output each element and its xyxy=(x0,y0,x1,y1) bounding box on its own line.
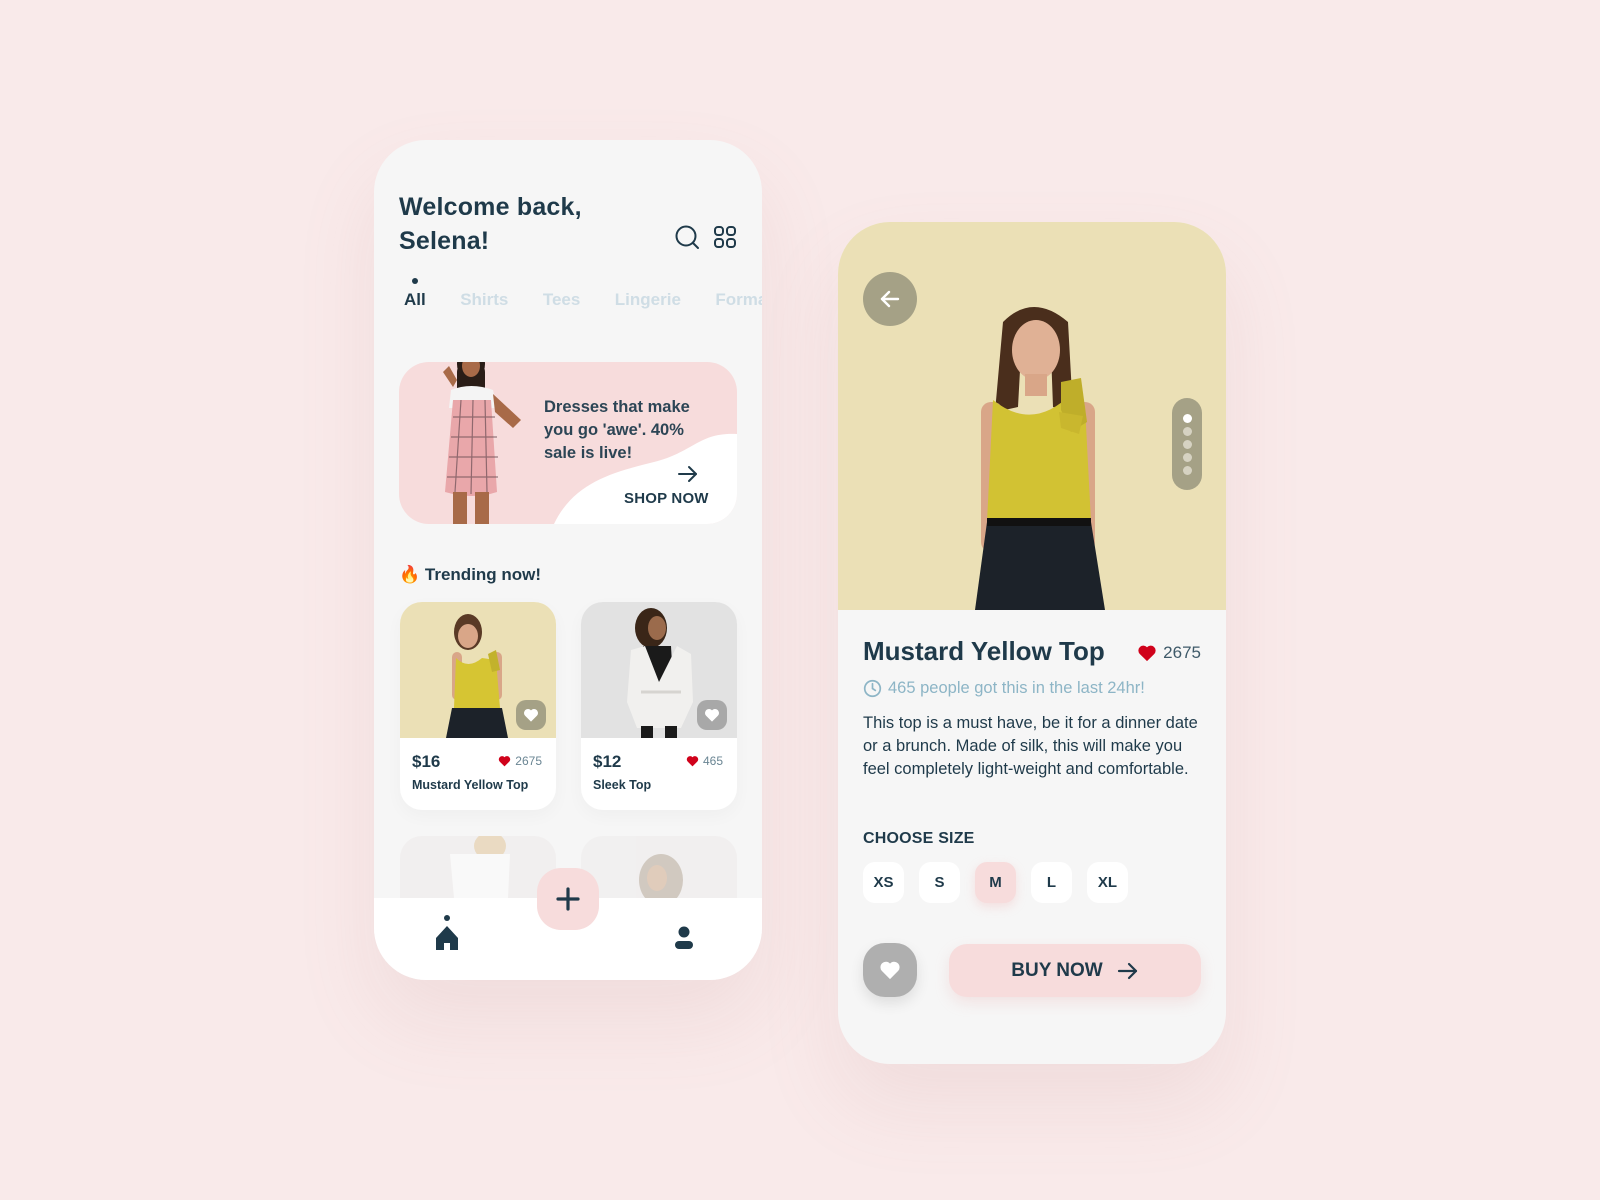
home-icon[interactable] xyxy=(434,914,460,952)
tab-tees[interactable]: Tees xyxy=(543,290,581,310)
size-option-l[interactable]: L xyxy=(1031,862,1072,903)
product-likes: 2675 xyxy=(498,754,542,768)
size-option-xs[interactable]: XS xyxy=(863,862,904,903)
search-icon xyxy=(675,225,699,249)
tab-formal[interactable]: Formal xyxy=(715,290,762,310)
tab-lingerie[interactable]: Lingerie xyxy=(615,290,681,310)
favorite-button[interactable] xyxy=(516,700,546,730)
product-photo-mustard-top-large xyxy=(975,307,1105,610)
pager-dot[interactable] xyxy=(1182,439,1192,449)
product-price: $16 xyxy=(412,752,441,771)
add-button[interactable] xyxy=(537,868,599,930)
favorite-button[interactable] xyxy=(697,700,727,730)
pager-dot[interactable] xyxy=(1182,426,1192,436)
recent-purchases-text: 465 people got this in the last 24hr! xyxy=(888,679,1145,697)
heart-icon xyxy=(880,961,900,980)
trending-title: Trending now! xyxy=(424,565,542,584)
product-name: Mustard Yellow Top xyxy=(412,778,529,792)
grid-icon xyxy=(714,226,736,248)
welcome-heading: Welcome back, Selena! xyxy=(399,190,582,258)
trending-heading: 🔥 Trending now! xyxy=(399,565,541,585)
size-option-m[interactable]: M xyxy=(975,862,1016,903)
pager-dot[interactable] xyxy=(1182,465,1192,475)
arrow-right-icon xyxy=(1117,962,1137,979)
promo-model-image xyxy=(443,362,521,524)
product-hero-image xyxy=(838,222,1226,610)
likes-count: 2675 xyxy=(515,754,542,768)
likes-count: 2675 xyxy=(1163,643,1201,662)
heart-icon xyxy=(704,708,720,722)
greeting-line-1: Welcome back, xyxy=(399,193,582,221)
product-card[interactable]: $16 2675 Mustard Yellow Top xyxy=(400,602,556,810)
pager-dot[interactable] xyxy=(1182,413,1192,423)
favorite-button[interactable] xyxy=(863,943,917,997)
arrow-left-icon xyxy=(880,290,900,308)
home-screen: Welcome back, Selena! All Shirts Tees Li… xyxy=(374,140,762,980)
heart-icon xyxy=(686,756,699,767)
likes-count: 465 xyxy=(702,754,723,768)
product-title: Mustard Yellow Top xyxy=(863,636,1105,666)
size-label: CHOOSE SIZE xyxy=(863,830,975,847)
user-icon[interactable] xyxy=(674,926,694,950)
product-likes: 465 xyxy=(686,754,723,768)
size-selector: XS S M L XL xyxy=(863,862,1128,903)
product-likes: 2675 xyxy=(1137,643,1201,663)
shop-now-button[interactable]: SHOP NOW xyxy=(624,490,709,507)
product-card[interactable]: $12 465 Sleek Top xyxy=(581,602,737,810)
heart-icon xyxy=(1138,645,1156,662)
tab-all[interactable]: All xyxy=(404,278,426,310)
image-pager xyxy=(1172,398,1202,490)
product-price: $12 xyxy=(593,752,622,771)
back-button[interactable] xyxy=(863,272,917,326)
heart-icon xyxy=(499,756,511,767)
promo-text: Dresses that make you go 'awe'. 40% sale… xyxy=(544,398,690,462)
buy-now-button[interactable]: BUY NOW xyxy=(949,944,1201,997)
plus-icon xyxy=(556,887,580,911)
size-option-xl[interactable]: XL xyxy=(1087,862,1128,903)
recent-purchases: 465 people got this in the last 24hr! xyxy=(863,679,1145,698)
category-tabs: All Shirts Tees Lingerie Formal xyxy=(404,278,762,310)
heart-icon xyxy=(523,708,539,722)
tab-shirts[interactable]: Shirts xyxy=(460,290,508,310)
greeting-line-2: Selena! xyxy=(399,227,490,255)
arrow-right-icon[interactable] xyxy=(677,464,699,484)
fire-icon: 🔥 xyxy=(399,565,421,584)
product-detail-screen: Mustard Yellow Top 2675 465 people got t… xyxy=(838,222,1226,1064)
promo-banner[interactable]: Dresses that make you go 'awe'. 40% sale… xyxy=(399,362,737,524)
product-name: Sleek Top xyxy=(593,778,652,792)
buy-now-label: BUY NOW xyxy=(1011,959,1103,981)
clock-icon xyxy=(863,679,882,698)
grid-view-button[interactable] xyxy=(712,224,738,250)
product-description: This top is a must have, be it for a din… xyxy=(863,714,1198,778)
search-button[interactable] xyxy=(674,224,700,250)
size-option-s[interactable]: S xyxy=(919,862,960,903)
pager-dot[interactable] xyxy=(1182,452,1192,462)
